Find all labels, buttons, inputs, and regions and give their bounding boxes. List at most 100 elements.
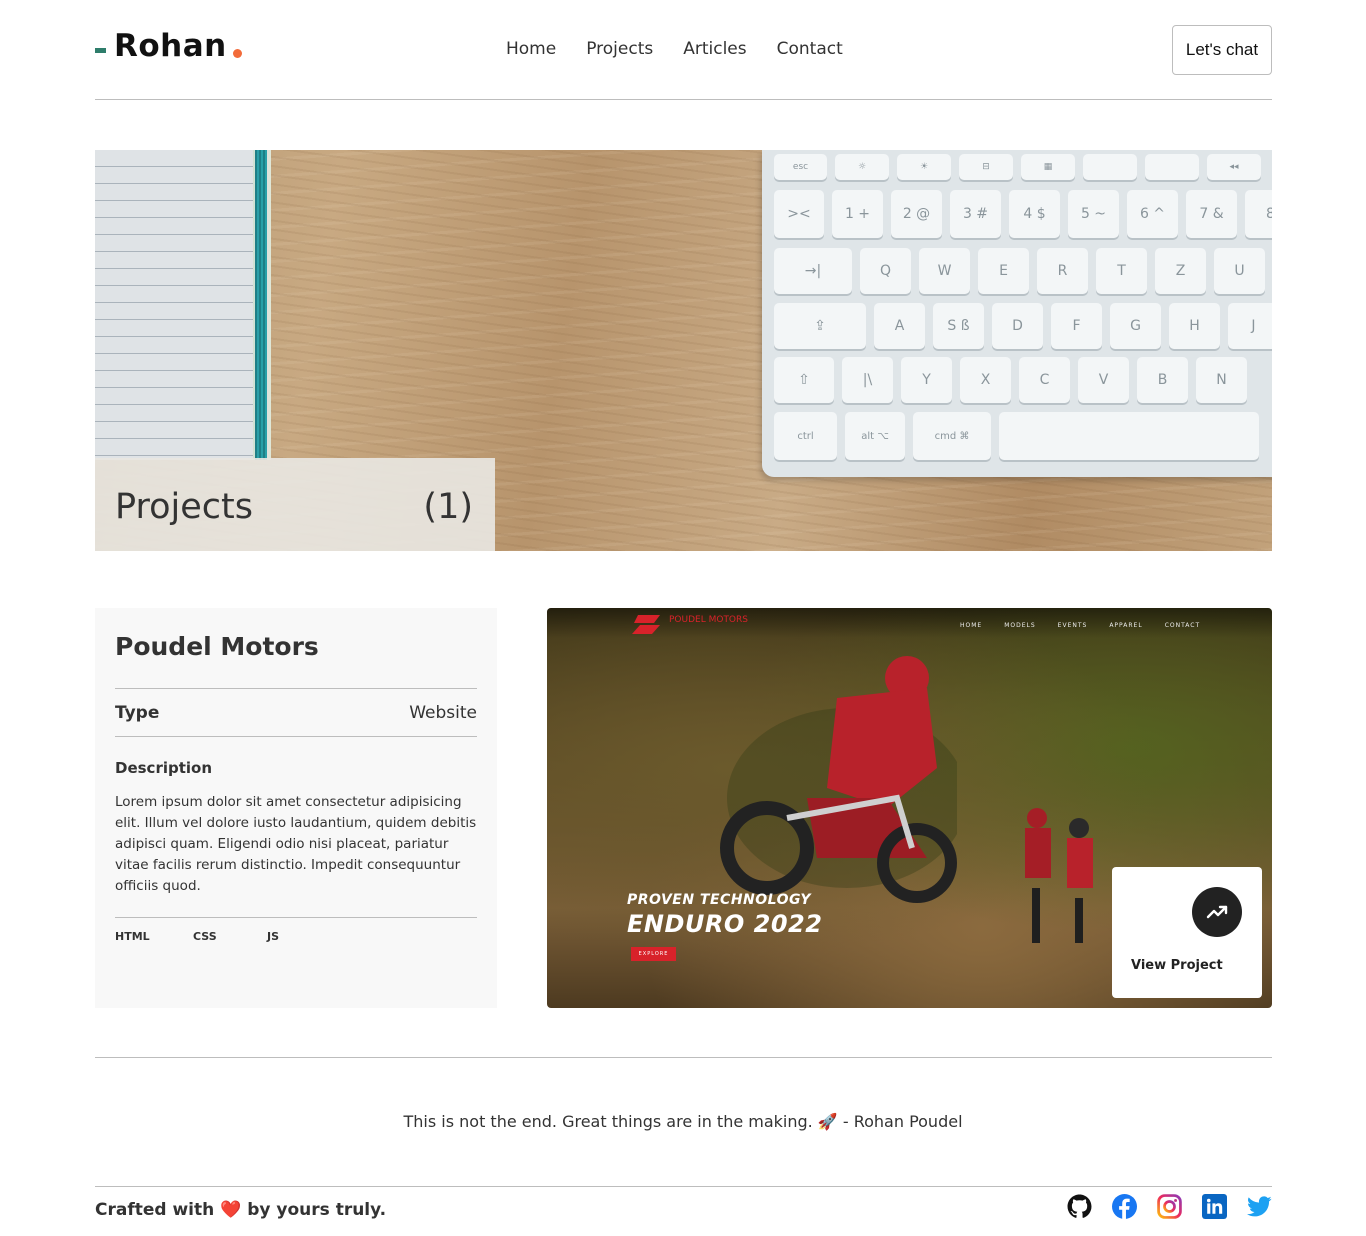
- keyboard-key: ☼: [835, 154, 889, 180]
- tech-tags: HTML CSS JS: [115, 917, 477, 943]
- facebook-icon[interactable]: [1112, 1194, 1137, 1219]
- keyboard-key: alt ⌥: [845, 412, 905, 460]
- keyboard-key: R: [1037, 248, 1088, 294]
- view-project-button[interactable]: [1192, 887, 1242, 937]
- crafted-with-love: Crafted with ❤️ by yours truly.: [95, 1200, 387, 1220]
- notebook-spine: [255, 150, 267, 460]
- keyboard-key: |\: [842, 357, 893, 403]
- footer-tagline: This is not the end. Great things are in…: [403, 1112, 963, 1131]
- keyboard-key: ◂◂: [1207, 154, 1261, 180]
- hero-banner: esc ☼ ☀ ⊟ ▦ ◂◂ >< 1 + 2 @ 3 # 4 $ 5 ~ 6 …: [95, 150, 1272, 551]
- keyboard-key: 7 &: [1186, 190, 1237, 238]
- keyboard-row: esc ☼ ☀ ⊟ ▦ ◂◂: [774, 154, 1261, 180]
- keyboard-key: 8: [1245, 190, 1272, 238]
- project-type-row: Type Website: [115, 688, 477, 737]
- notebook-image: [95, 150, 253, 460]
- preview-headline: ENDURO 2022: [627, 910, 823, 938]
- tech-tag: JS: [267, 930, 280, 943]
- keyboard-key: esc: [774, 154, 827, 180]
- logo[interactable]: Rohan: [95, 28, 242, 64]
- nav-articles[interactable]: Articles: [683, 37, 746, 61]
- footer-divider: [95, 1186, 1272, 1187]
- social-links: [1067, 1194, 1272, 1219]
- logo-dash: [95, 48, 106, 53]
- keyboard-key: ⊟: [959, 154, 1013, 180]
- keyboard-row: ⇪ A S ß D F G H J: [774, 303, 1272, 349]
- main-nav: Home Projects Articles Contact: [506, 37, 843, 61]
- keyboard-key: 2 @: [891, 190, 942, 238]
- keyboard-key: [1083, 154, 1137, 180]
- site-header: Rohan Home Projects Articles Contact Let…: [95, 0, 1272, 100]
- keyboard-key: B: [1137, 357, 1188, 403]
- keyboard-row: ⇧ |\ Y X C V B N: [774, 357, 1247, 403]
- preview-brand-name: POUDEL MOTORS: [669, 615, 748, 625]
- keyboard-key: ▦: [1021, 154, 1075, 180]
- preview-nav-item: CONTACT: [1164, 622, 1201, 629]
- tech-tag: HTML: [115, 930, 150, 943]
- logo-dot: [232, 49, 242, 58]
- keyboard-key: A: [874, 303, 925, 349]
- keyboard-key: H: [1169, 303, 1220, 349]
- keyboard-key: J: [1228, 303, 1272, 349]
- keyboard-key: Z: [1155, 248, 1206, 294]
- github-icon[interactable]: [1067, 1194, 1092, 1219]
- keyboard-image: esc ☼ ☀ ⊟ ▦ ◂◂ >< 1 + 2 @ 3 # 4 $ 5 ~ 6 …: [762, 150, 1272, 477]
- keyboard-key: U: [1214, 248, 1265, 294]
- type-value: Website: [409, 702, 477, 723]
- keyboard-key: Q: [860, 248, 911, 294]
- tech-tag: CSS: [193, 930, 217, 943]
- lets-chat-button[interactable]: Let's chat: [1172, 25, 1272, 75]
- preview-nav-item: MODELS: [1004, 622, 1036, 629]
- keyboard-spacebar: [999, 412, 1259, 460]
- keyboard-key: E: [978, 248, 1029, 294]
- keyboard-key: ctrl: [774, 412, 837, 460]
- keyboard-row: →| Q W E R T Z U: [774, 248, 1265, 294]
- linkedin-icon[interactable]: [1202, 1194, 1227, 1219]
- preview-nav-item: APPAREL: [1109, 622, 1143, 629]
- keyboard-key: →|: [774, 248, 852, 294]
- motocross-rider-illustration: [720, 656, 957, 903]
- description-text: Lorem ipsum dolor sit amet consectetur a…: [115, 794, 477, 894]
- keyboard-key: G: [1110, 303, 1161, 349]
- keyboard-row: >< 1 + 2 @ 3 # 4 $ 5 ~ 6 ^ 7 & 8: [774, 190, 1272, 238]
- projects-heading-card: Projects (1): [95, 458, 495, 551]
- instagram-icon[interactable]: [1157, 1194, 1182, 1219]
- keyboard-key: ><: [774, 190, 824, 238]
- twitter-icon[interactable]: [1247, 1194, 1272, 1219]
- keyboard-key: cmd ⌘: [913, 412, 991, 460]
- keyboard-key: ⇧: [774, 357, 834, 403]
- section-divider: [95, 1057, 1272, 1058]
- nav-projects[interactable]: Projects: [586, 37, 653, 61]
- keyboard-key: V: [1078, 357, 1129, 403]
- project-title: Poudel Motors: [115, 632, 319, 661]
- preview-subtitle: PROVEN TECHNOLOGY: [627, 892, 812, 908]
- keyboard-key: N: [1196, 357, 1247, 403]
- project-preview-image[interactable]: POUDEL MOTORS HOME MODELS EVENTS APPAREL…: [547, 608, 1272, 1008]
- description-label: Description: [115, 759, 213, 777]
- nav-contact[interactable]: Contact: [777, 37, 843, 61]
- preview-cta: EXPLORE: [631, 947, 676, 961]
- keyboard-key: 6 ^: [1127, 190, 1178, 238]
- view-project-card[interactable]: View Project: [1112, 867, 1262, 998]
- projects-count: (1): [423, 487, 473, 527]
- logo-text: Rohan: [114, 28, 227, 64]
- view-project-label[interactable]: View Project: [1131, 958, 1223, 973]
- preview-nav: HOME MODELS EVENTS APPAREL CONTACT: [960, 622, 1200, 629]
- keyboard-row: ctrl alt ⌥ cmd ⌘: [774, 412, 1259, 460]
- keyboard-key: W: [919, 248, 970, 294]
- keyboard-key: 1 +: [832, 190, 883, 238]
- nav-home[interactable]: Home: [506, 37, 556, 61]
- keyboard-key: [1145, 154, 1199, 180]
- keyboard-key: ☀: [897, 154, 951, 180]
- brand-logo-icon: [632, 615, 660, 634]
- preview-nav-item: HOME: [960, 622, 983, 629]
- type-label: Type: [115, 702, 160, 723]
- keyboard-key: 3 #: [950, 190, 1001, 238]
- keyboard-key: 5 ~: [1068, 190, 1119, 238]
- keyboard-key: ⇪: [774, 303, 866, 349]
- keyboard-key: Y: [901, 357, 952, 403]
- keyboard-key: X: [960, 357, 1011, 403]
- keyboard-key: T: [1096, 248, 1147, 294]
- trending-up-icon: [1206, 905, 1228, 919]
- preview-nav-item: EVENTS: [1057, 622, 1088, 629]
